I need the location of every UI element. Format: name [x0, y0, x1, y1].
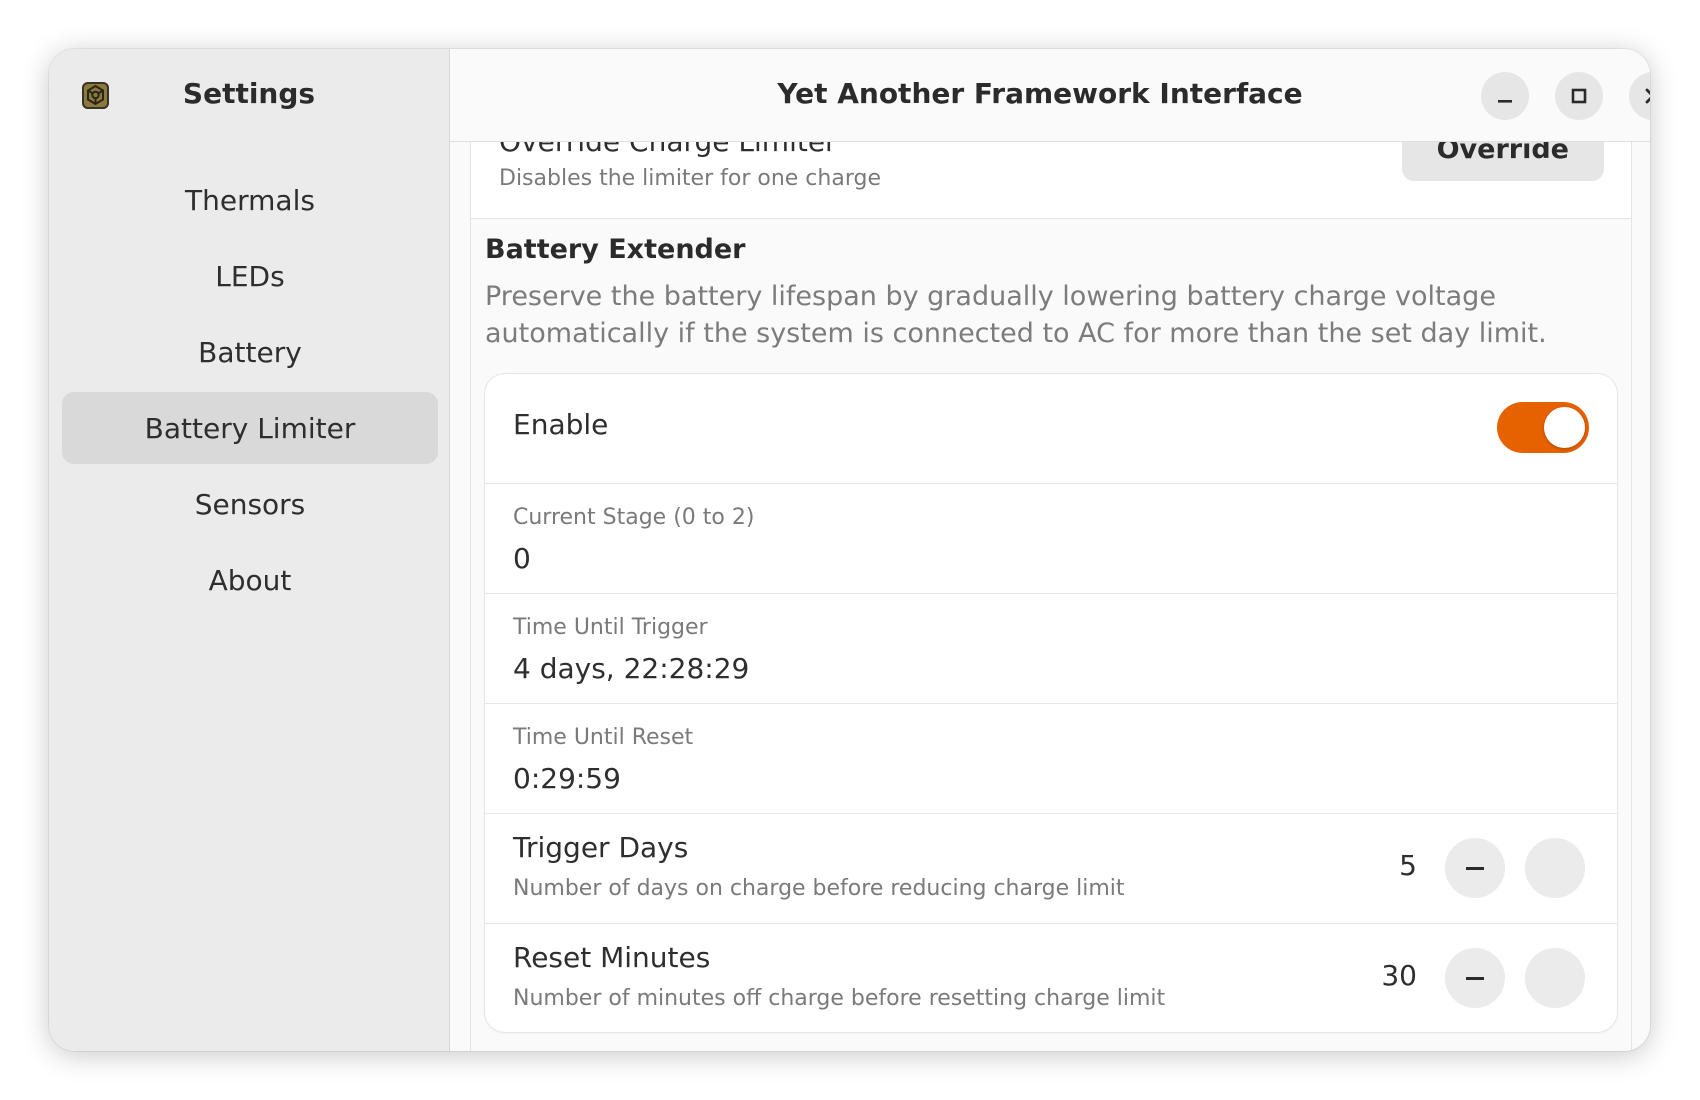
battery-extender-section: Battery Extender Preserve the battery li… — [470, 219, 1632, 1051]
time-until-trigger-row: Time Until Trigger 4 days, 22:28:29 — [485, 594, 1617, 704]
trigger-days-title: Trigger Days — [513, 831, 689, 864]
override-charge-limiter-row: Override Charge Limiter Disables the lim… — [470, 142, 1632, 219]
app-window: Settings Thermals LEDs Battery Battery L… — [49, 49, 1650, 1051]
reset-minutes-decrease-button[interactable] — [1445, 948, 1505, 1008]
close-icon — [1645, 88, 1650, 104]
maximize-button[interactable] — [1555, 72, 1603, 120]
trigger-days-subtitle: Number of days on charge before reducing… — [513, 876, 1125, 901]
current-stage-caption: Current Stage (0 to 2) — [513, 505, 755, 530]
maximize-icon — [1571, 88, 1587, 104]
section-description: Preserve the battery lifespan by gradual… — [485, 281, 1547, 349]
reset-minutes-increase-button[interactable] — [1525, 948, 1585, 1008]
scroll-content[interactable]: Override Charge Limiter Disables the lim… — [450, 142, 1650, 1051]
sidebar-nav: Thermals LEDs Battery Battery Limiter Se… — [62, 164, 438, 620]
current-stage-row: Current Stage (0 to 2) 0 — [485, 484, 1617, 594]
minimize-button[interactable] — [1481, 72, 1529, 120]
reset-minutes-subtitle: Number of minutes off charge before rese… — [513, 986, 1166, 1011]
time-until-trigger-caption: Time Until Trigger — [513, 615, 708, 640]
window-title: Yet Another Framework Interface — [777, 77, 1303, 110]
toggle-knob — [1544, 407, 1585, 448]
sidebar-item-battery[interactable]: Battery — [62, 316, 438, 388]
override-row-subtitle: Disables the limiter for one charge — [499, 166, 881, 191]
reset-minutes-value[interactable]: 30 — [1381, 959, 1417, 992]
enable-row: Enable — [485, 374, 1617, 484]
time-until-reset-caption: Time Until Reset — [513, 725, 694, 750]
minus-icon — [1466, 977, 1484, 980]
trigger-days-value[interactable]: 5 — [1399, 849, 1417, 882]
minus-icon — [1466, 867, 1484, 870]
sidebar-title: Settings — [182, 77, 316, 110]
sidebar-header: Settings — [49, 49, 449, 141]
sidebar-item-about[interactable]: About — [62, 544, 438, 616]
trigger-days-row: Trigger Days Number of days on charge be… — [485, 814, 1617, 924]
sidebar-item-thermals[interactable]: Thermals — [62, 164, 438, 236]
sidebar-item-sensors[interactable]: Sensors — [62, 468, 438, 540]
header-bar: Yet Another Framework Interface — [450, 49, 1650, 142]
time-until-reset-row: Time Until Reset 0:29:59 — [485, 704, 1617, 814]
enable-label: Enable — [513, 408, 609, 441]
reset-minutes-row: Reset Minutes Number of minutes off char… — [485, 924, 1617, 1032]
trigger-days-increase-button[interactable] — [1525, 838, 1585, 898]
time-until-trigger-value: 4 days, 22:28:29 — [513, 652, 750, 685]
section-title: Battery Extender — [485, 234, 746, 265]
current-stage-value: 0 — [513, 542, 531, 575]
main-pane: Yet Another Framework Interface Ov — [450, 49, 1650, 1051]
enable-toggle[interactable] — [1497, 402, 1589, 453]
time-until-reset-value: 0:29:59 — [513, 762, 621, 795]
trigger-days-decrease-button[interactable] — [1445, 838, 1505, 898]
sidebar-item-battery-limiter[interactable]: Battery Limiter — [62, 392, 438, 464]
reset-minutes-title: Reset Minutes — [513, 941, 711, 974]
battery-extender-list: Enable Current Stage (0 to 2) 0 Time Unt… — [485, 374, 1617, 1032]
override-button[interactable]: Override — [1401, 142, 1604, 181]
override-row-title: Override Charge Limiter — [499, 142, 837, 158]
sidebar: Settings Thermals LEDs Battery Battery L… — [49, 49, 450, 1051]
sidebar-item-leds[interactable]: LEDs — [62, 240, 438, 312]
minimize-icon — [1498, 100, 1512, 103]
